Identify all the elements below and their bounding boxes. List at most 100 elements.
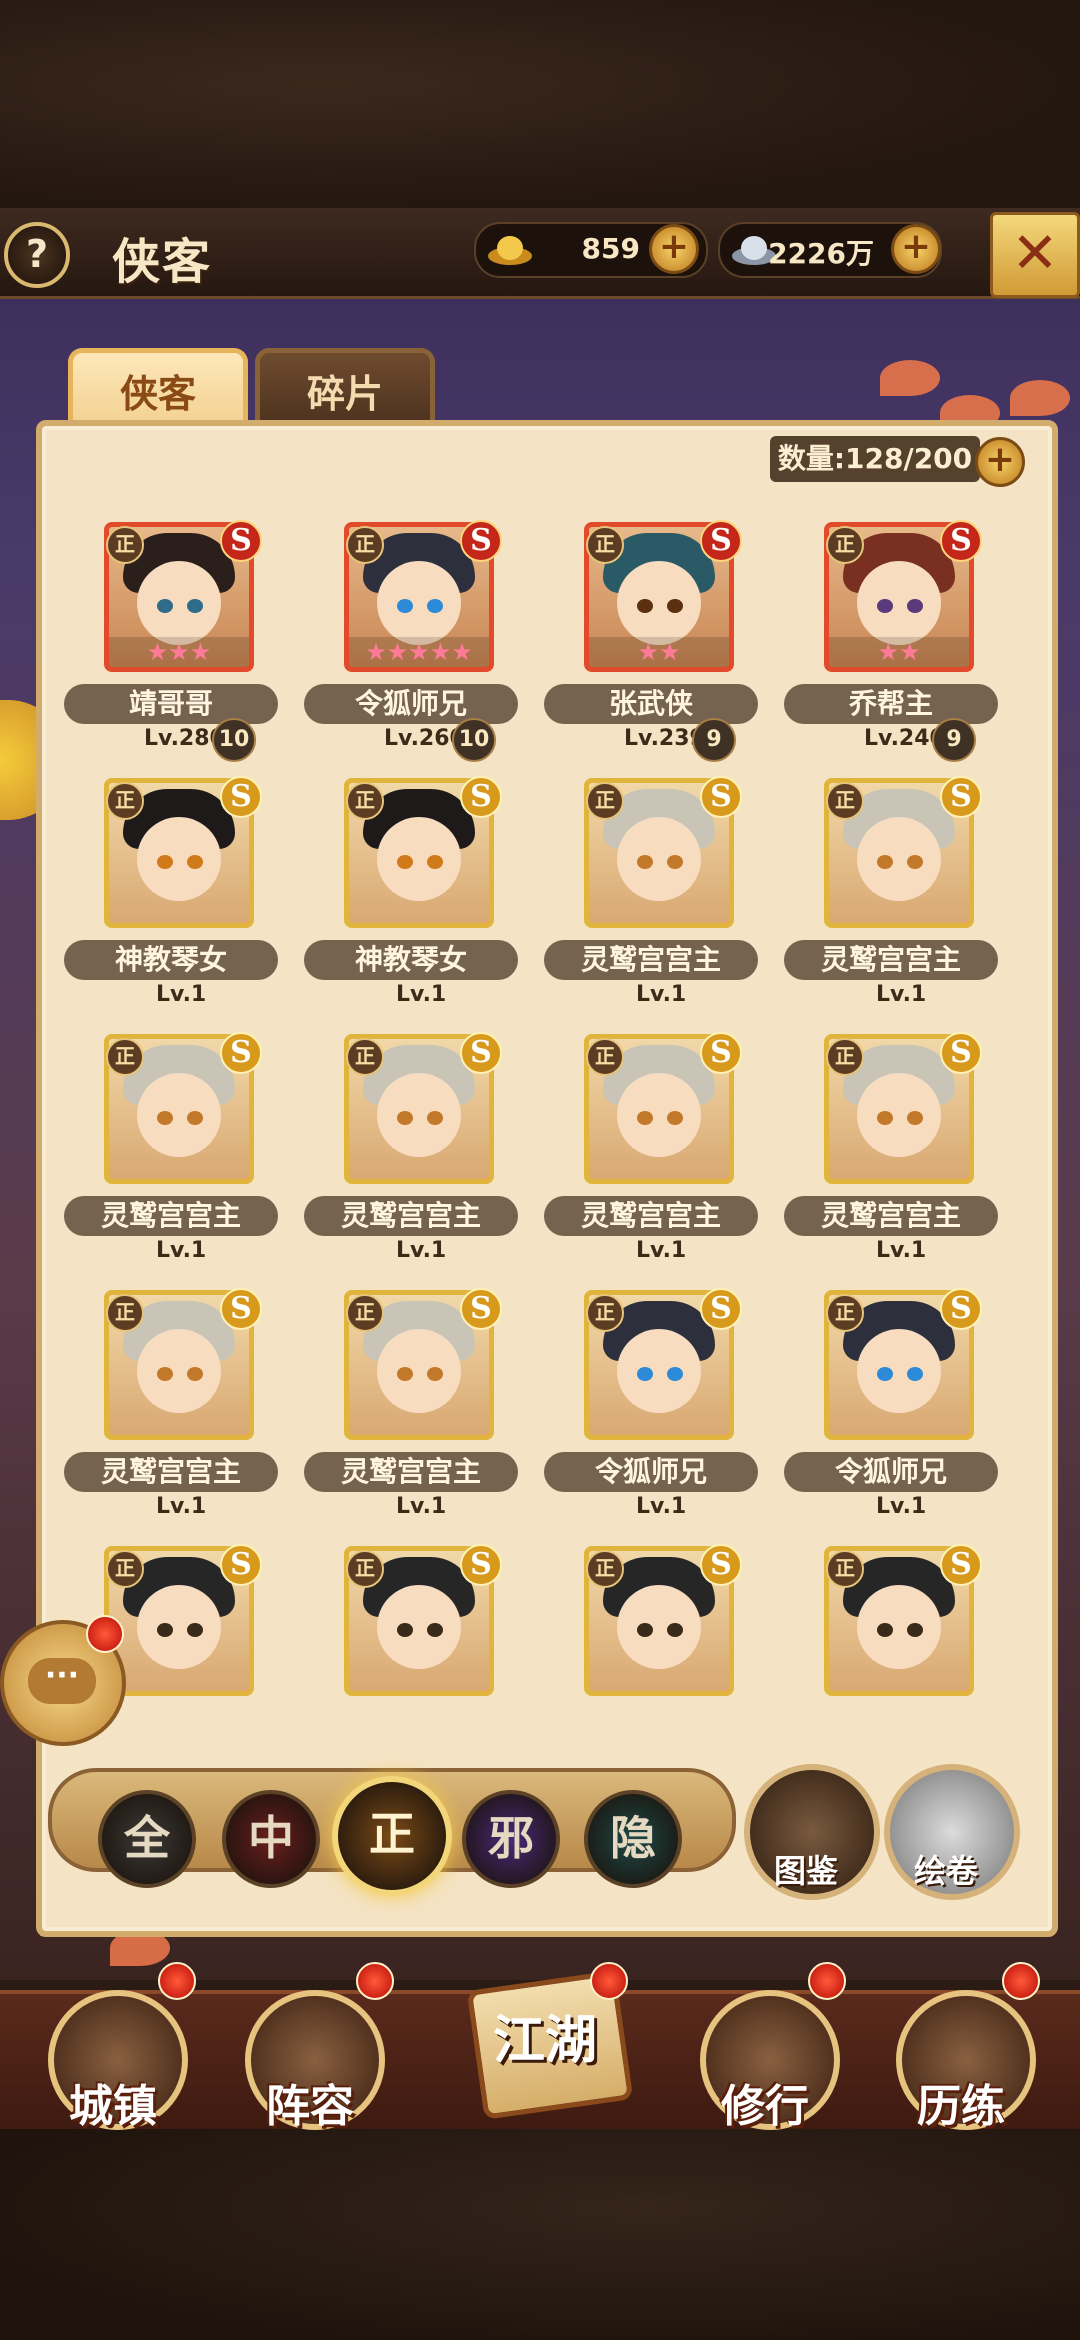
filter-all-button[interactable]: 全 (98, 1790, 196, 1888)
hero-card[interactable]: ★★★★★ 正 S 令狐师兄 Lv.260 10 (290, 520, 530, 770)
chat-notification-dot (86, 1615, 124, 1653)
hero-face (137, 817, 221, 901)
hero-card[interactable]: 正 S 灵鹫宫宫主 Lv.1 (770, 776, 1010, 1026)
help-button[interactable]: ? (4, 222, 70, 288)
hero-card[interactable]: 正 S 灵鹫宫宫主 Lv.1 (530, 1032, 770, 1282)
faction-badge: 正 (826, 1294, 864, 1332)
add-gold-button[interactable]: + (649, 224, 699, 274)
hero-face (137, 1073, 221, 1157)
hero-card[interactable]: 正 S 灵鹫宫宫主 Lv.1 (50, 1288, 290, 1538)
faction-badge: 正 (106, 1294, 144, 1332)
hero-eye (157, 855, 173, 869)
star-rating: ★★ (829, 637, 969, 667)
faction-badge: 正 (586, 782, 624, 820)
hero-card[interactable]: 正 S 灵鹫宫宫主 Lv.1 (290, 1288, 530, 1538)
hero-card[interactable]: 正 S 灵鹫宫宫主 Lv.1 (50, 1032, 290, 1282)
hero-card[interactable]: 正 S 灵鹫宫宫主 Lv.1 (530, 776, 770, 1026)
nav-trial-label: 历练 (917, 2081, 1005, 2132)
nav-trial[interactable]: 历练 (886, 1990, 1036, 2132)
hero-card[interactable]: 正 S 灵鹫宫宫主 Lv.1 (770, 1032, 1010, 1282)
hero-face (617, 817, 701, 901)
nav-training[interactable]: 修行 (690, 1990, 840, 2132)
nav-lineup[interactable]: 阵容 (235, 1990, 385, 2132)
hero-level: Lv.1 (636, 1494, 687, 1519)
expand-capacity-button[interactable]: + (975, 437, 1025, 487)
hero-card[interactable]: 正 S 令狐师兄 Lv.1 (530, 1288, 770, 1538)
faction-badge: 正 (586, 1038, 624, 1076)
hero-eye (187, 599, 203, 613)
hero-card[interactable]: 正S (530, 1544, 770, 1725)
faction-badge: 正 (346, 1294, 384, 1332)
hero-level: Lv.1 (396, 1238, 447, 1263)
hero-eye (667, 855, 683, 869)
hero-eye (397, 855, 413, 869)
hero-eye (157, 599, 173, 613)
hero-card[interactable]: 正S (290, 1544, 530, 1725)
faction-badge: 正 (826, 1550, 864, 1588)
faction-badge: 正 (346, 1038, 384, 1076)
top-background (0, 0, 1080, 210)
hero-grade-badge: 9 (932, 718, 976, 762)
hero-level: Lv.1 (636, 982, 687, 1007)
rank-badge: S (460, 1032, 502, 1074)
hero-grade-badge: 10 (452, 718, 496, 762)
hero-eye (637, 599, 653, 613)
hero-eye (877, 599, 893, 613)
hero-eye (427, 599, 443, 613)
hero-face (137, 561, 221, 645)
gold-value: 859 (581, 232, 640, 265)
hero-eye (637, 1111, 653, 1125)
faction-badge: 正 (106, 1550, 144, 1588)
hero-face (617, 561, 701, 645)
hero-level: Lv.1 (156, 1238, 207, 1263)
filter-evil-button[interactable]: 邪 (462, 1790, 560, 1888)
nav-jianghu-dot (590, 1962, 628, 2000)
hero-card[interactable]: ★★ 正 S 张武侠 Lv.239 9 (530, 520, 770, 770)
rank-badge: S (940, 1288, 982, 1330)
nav-trial-dot (1002, 1962, 1040, 2000)
rank-badge: S (220, 776, 262, 818)
faction-badge: 正 (346, 782, 384, 820)
add-silver-button[interactable]: + (891, 224, 941, 274)
hero-card[interactable]: 正 S 令狐师兄 Lv.1 (770, 1288, 1010, 1538)
filter-hidden-button[interactable]: 隐 (584, 1790, 682, 1888)
hero-count: 数量:128/200 (770, 436, 980, 482)
hero-name: 乔帮主 (784, 684, 998, 724)
hero-eye (637, 1367, 653, 1381)
hero-eye (157, 1111, 173, 1125)
hero-card[interactable]: 正 S 神教琴女 Lv.1 (290, 776, 530, 1026)
hero-eye (877, 1367, 893, 1381)
nav-town[interactable]: 城镇 (38, 1990, 188, 2132)
hero-level: Lv.1 (396, 1494, 447, 1519)
hero-card[interactable]: 正 S 神教琴女 Lv.1 (50, 776, 290, 1026)
hero-name: 令狐师兄 (304, 684, 518, 724)
gold-ingot-icon (488, 236, 532, 265)
hero-eye (907, 1623, 923, 1637)
rank-badge: S (460, 776, 502, 818)
scroll-album-label: 绘卷 (913, 1852, 978, 1890)
close-icon[interactable]: ✕ (990, 212, 1080, 298)
nav-town-label: 城镇 (69, 2081, 157, 2132)
hero-name: 灵鹫宫宫主 (304, 1196, 518, 1236)
nav-lineup-label: 阵容 (266, 2081, 354, 2132)
hero-eye (427, 1111, 443, 1125)
hero-face (857, 817, 941, 901)
hero-grade-badge: 9 (692, 718, 736, 762)
hero-eye (187, 1623, 203, 1637)
hero-eye (157, 1623, 173, 1637)
hero-name: 令狐师兄 (784, 1452, 998, 1492)
hero-eye (397, 1111, 413, 1125)
hero-eye (187, 1111, 203, 1125)
hero-name: 张武侠 (544, 684, 758, 724)
hero-card[interactable]: 正S (770, 1544, 1010, 1725)
hero-name: 灵鹫宫宫主 (304, 1452, 518, 1492)
codex-label: 图鉴 (773, 1852, 838, 1890)
hero-card[interactable]: ★★★ 正 S 靖哥哥 Lv.280 10 (50, 520, 290, 770)
nav-training-dot (808, 1962, 846, 2000)
hero-card[interactable]: ★★ 正 S 乔帮主 Lv.240 9 (770, 520, 1010, 770)
hero-face (617, 1329, 701, 1413)
hero-card[interactable]: 正 S 灵鹫宫宫主 Lv.1 (290, 1032, 530, 1282)
rank-badge: S (220, 1032, 262, 1074)
filter-neutral-button[interactable]: 中 (222, 1790, 320, 1888)
filter-righteous-button[interactable]: 正 (332, 1776, 452, 1896)
